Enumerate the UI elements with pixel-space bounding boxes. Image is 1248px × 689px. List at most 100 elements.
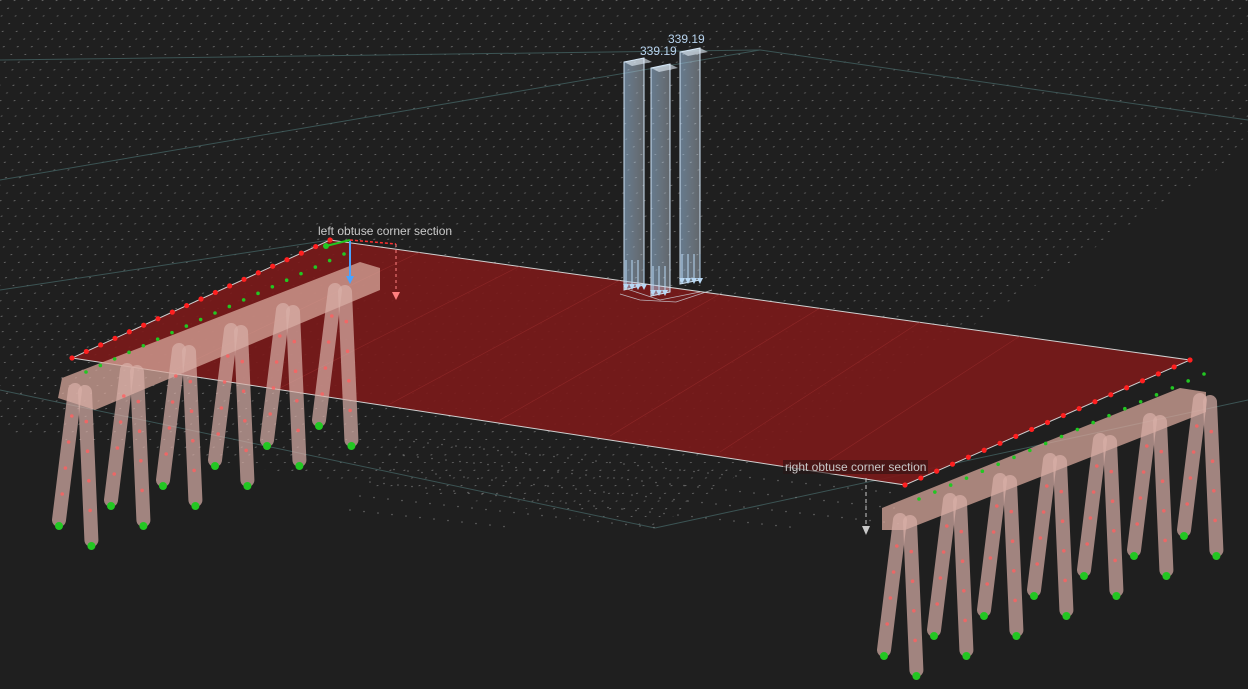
grid-dot	[651, 466, 653, 468]
grid-dot	[763, 478, 765, 480]
pier-node	[87, 479, 91, 483]
grid-dot	[413, 440, 415, 443]
pier-node	[935, 602, 939, 606]
grid-dot	[603, 491, 605, 493]
grid-dot	[747, 521, 749, 524]
pier-node	[1162, 509, 1166, 513]
grid-dot	[541, 514, 543, 517]
pier-node	[962, 589, 966, 593]
grid-dot	[487, 463, 489, 466]
grid-dot	[781, 495, 783, 497]
grid-dot	[637, 464, 639, 467]
grid-dot	[701, 501, 703, 504]
grid-dot	[485, 508, 487, 511]
grid-dot	[551, 500, 553, 503]
pier-node	[1045, 484, 1049, 488]
left-section-label[interactable]: left obtuse corner section	[318, 224, 452, 238]
edge-support-node	[141, 343, 146, 348]
grid-dot	[349, 509, 351, 511]
grid-dot	[419, 516, 421, 519]
grid-dot	[785, 510, 787, 513]
pier-node	[222, 380, 227, 384]
grid-dot	[475, 522, 477, 525]
pier-node	[1112, 529, 1116, 533]
pier-node	[188, 379, 193, 384]
pier-node	[891, 570, 896, 574]
pier-node	[174, 374, 178, 378]
grid-dot	[583, 519, 585, 521]
pier-node	[60, 492, 64, 496]
3d-model-viewport[interactable]: left obtuse corner section right obtuse …	[0, 0, 1248, 689]
edge-node	[255, 270, 261, 276]
edge-node	[1013, 433, 1019, 439]
pier-node	[1191, 450, 1196, 454]
grid-dot	[561, 486, 563, 489]
edge-node	[69, 355, 75, 361]
pier-node	[244, 448, 248, 453]
pier-leg	[1203, 395, 1224, 557]
pier-node	[330, 314, 334, 318]
grid-dot	[495, 494, 497, 497]
grid-dot	[735, 475, 737, 477]
grid-dot	[471, 507, 473, 509]
grid-dot	[819, 484, 821, 486]
model-scene[interactable]	[0, 0, 1248, 689]
edge-node	[313, 243, 319, 250]
edge-support-node	[933, 490, 937, 494]
edge-support-node	[917, 497, 921, 501]
grid-dot	[427, 442, 429, 444]
grid-dot	[639, 525, 641, 527]
edge-support-node	[1028, 448, 1032, 453]
grid-dot	[711, 487, 713, 490]
grid-dot	[477, 477, 479, 480]
grid-dot	[433, 518, 435, 520]
grid-dot	[761, 523, 763, 525]
right-section-label[interactable]: right obtuse corner section	[783, 460, 929, 474]
pier-node	[323, 366, 328, 370]
pier-node	[243, 419, 247, 423]
edge-support-node	[1170, 386, 1175, 390]
edge-support-node	[84, 370, 88, 374]
edge-support-node	[112, 357, 117, 361]
grid-dot	[635, 509, 637, 512]
grid-dot	[463, 476, 465, 478]
edge-node	[1171, 364, 1177, 370]
pier-node	[189, 409, 194, 414]
edge-support-node	[1043, 441, 1048, 446]
grid-dot	[555, 516, 557, 518]
pier-node	[1209, 429, 1214, 434]
pier-node	[139, 459, 143, 463]
edge-node	[169, 309, 175, 315]
pier-node	[118, 420, 123, 424]
point-load-columns[interactable]	[619, 47, 713, 303]
pier-node	[1088, 516, 1093, 520]
grid-dot	[861, 488, 863, 491]
support-node	[1162, 572, 1171, 580]
grid-dot	[593, 505, 595, 507]
grid-dot	[575, 488, 577, 490]
pier-node	[1160, 479, 1165, 484]
pier-node	[888, 596, 893, 600]
edge-node	[270, 263, 276, 269]
grid-dot	[543, 469, 545, 472]
edge-node	[1139, 378, 1146, 384]
grid-dot	[687, 500, 689, 502]
grid-dot	[429, 502, 431, 505]
grid-dot	[879, 505, 881, 508]
pier-node	[192, 468, 196, 473]
pier-node	[140, 488, 144, 493]
edge-support-node	[980, 469, 985, 474]
edge-support-node	[1091, 420, 1095, 425]
edge-support-node	[227, 304, 232, 309]
grid-dot	[401, 499, 403, 502]
grid-dot	[789, 526, 791, 528]
pier-node	[293, 369, 298, 374]
support-node	[347, 442, 356, 450]
edge-support-node	[1059, 434, 1064, 439]
pier-node	[1110, 499, 1115, 504]
edge-support-node	[213, 311, 217, 315]
grid-dot	[515, 466, 517, 469]
grid-dot	[621, 508, 623, 510]
edge-support-node	[198, 317, 203, 322]
pier-node	[895, 544, 899, 548]
